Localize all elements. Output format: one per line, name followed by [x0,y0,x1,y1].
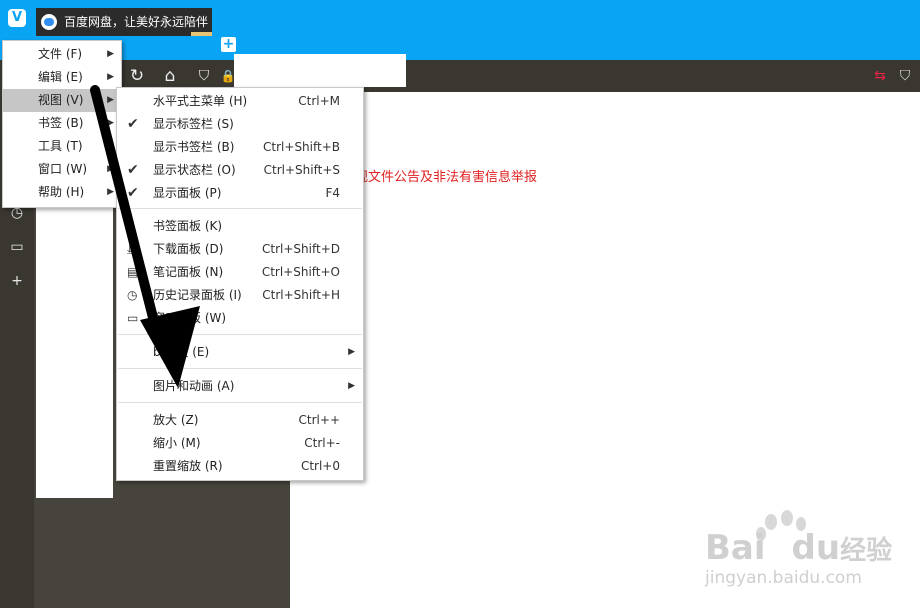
watermark-brand-cn: 经验 [840,536,893,566]
watermark-brand-right: du [791,528,841,568]
watermark-brand-left: Bai [705,528,766,568]
watermark-url: jingyan.baidu.com [705,568,862,588]
watermark-brand: Bai du经验 [705,528,892,568]
baidu-jingyan-watermark: Bai du经验 jingyan.baidu.com [703,508,903,598]
